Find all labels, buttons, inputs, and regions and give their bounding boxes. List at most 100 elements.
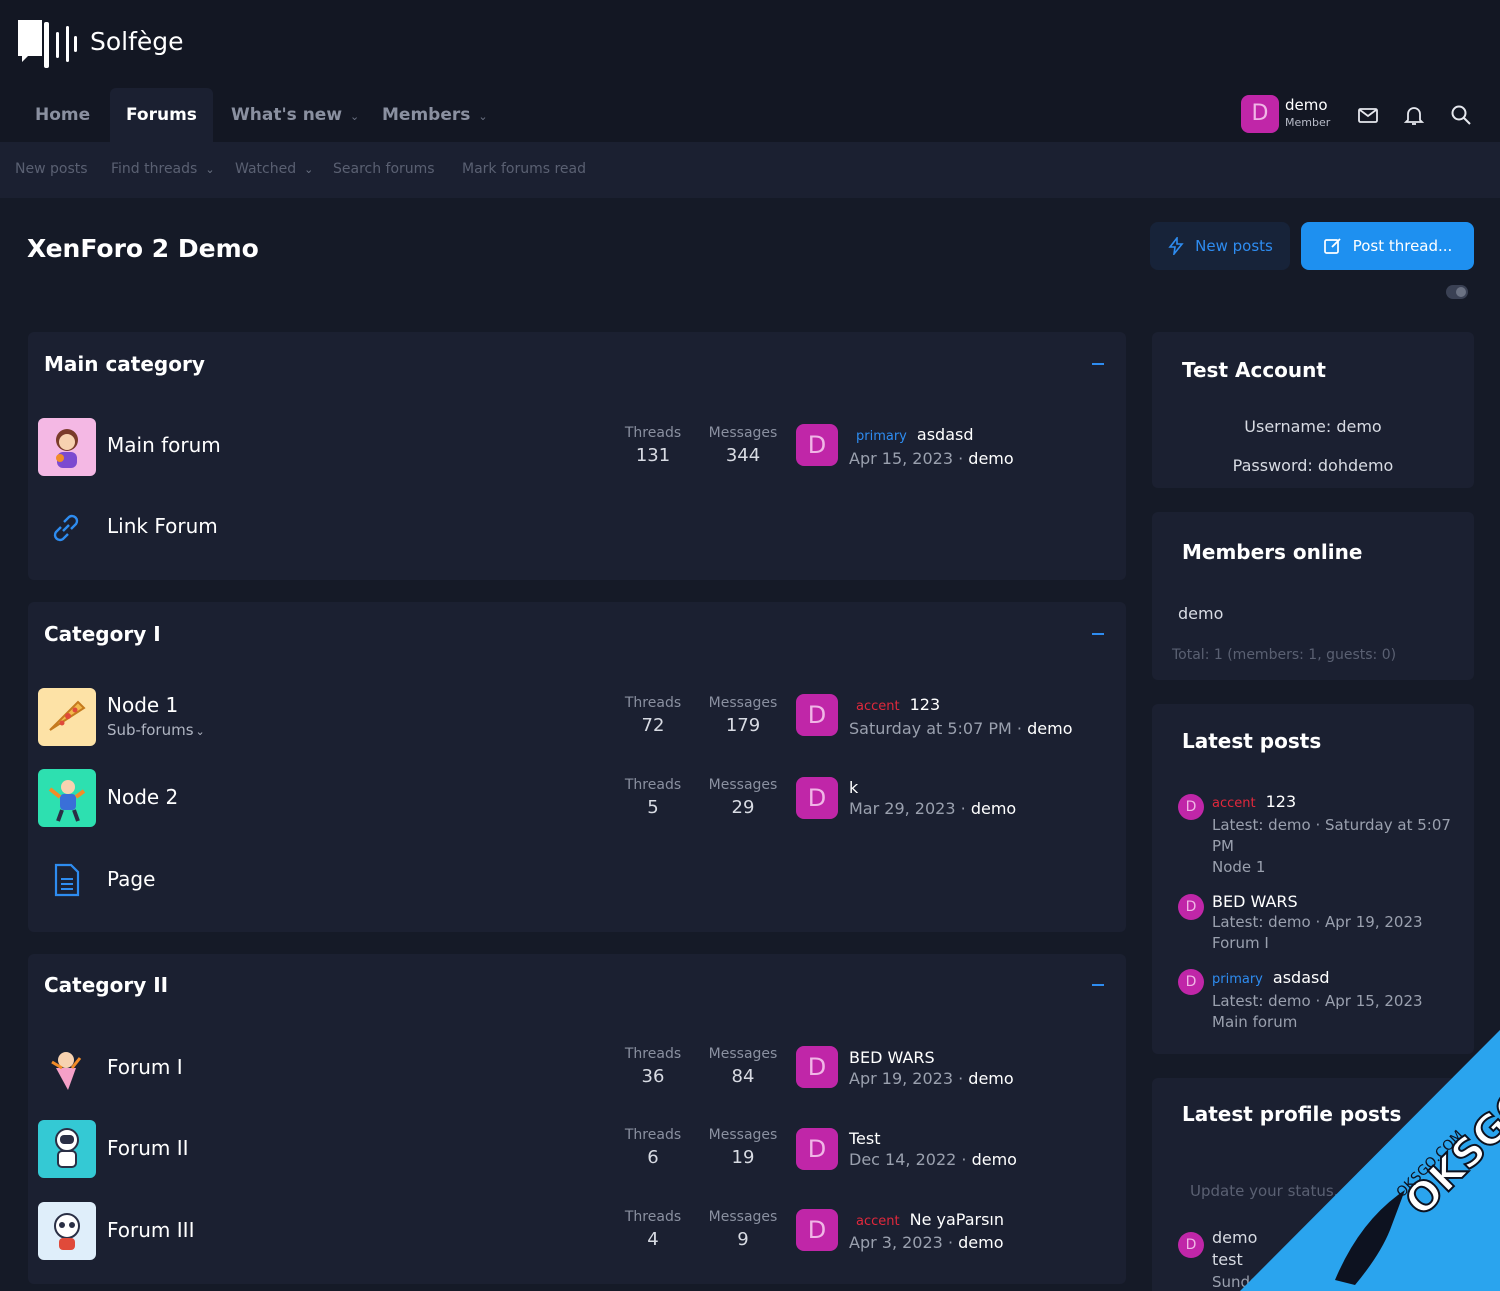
latest-post-meta: Latest: demo · Apr 19, 2023	[1212, 913, 1423, 931]
node-icon-forum-1[interactable]	[38, 1038, 96, 1096]
threads-count: 6	[647, 1147, 659, 1168]
node-title[interactable]: Forum II	[107, 1136, 189, 1160]
tab-whats-new[interactable]: What's new ⌄	[231, 88, 359, 142]
post-thread-button[interactable]: Post thread...	[1301, 222, 1474, 270]
collapse-icon[interactable]	[1092, 633, 1104, 635]
user-avatar[interactable]: D	[1241, 95, 1279, 133]
node-title[interactable]: Main forum	[107, 433, 221, 457]
last-post-user[interactable]: demo	[1027, 719, 1072, 738]
node-title[interactable]: Forum I	[107, 1055, 183, 1079]
bell-icon[interactable]	[1403, 104, 1425, 126]
last-post-title-text: Ne yaParsın	[909, 1210, 1005, 1229]
post-avatar[interactable]: D	[1178, 894, 1204, 920]
last-post-title[interactable]: accent 123	[856, 695, 940, 714]
node-icon-forum-2[interactable]	[38, 1120, 96, 1178]
last-post-avatar[interactable]: D	[796, 1128, 838, 1170]
latest-post-title[interactable]: primary asdasd	[1212, 968, 1329, 987]
node-title[interactable]: Link Forum	[107, 514, 218, 538]
mail-icon[interactable]	[1357, 104, 1379, 126]
post-avatar[interactable]: D	[1178, 794, 1204, 820]
last-post-title[interactable]: accent Ne yaParsın	[856, 1210, 1004, 1229]
messages-label: Messages	[708, 1209, 778, 1225]
node-icon-main-forum[interactable]	[38, 418, 96, 476]
last-post-avatar[interactable]: D	[796, 694, 838, 736]
node-title[interactable]: Node 1	[107, 693, 178, 717]
style-toggle[interactable]	[1446, 285, 1468, 299]
last-post-title[interactable]: Test	[849, 1129, 881, 1148]
category-title[interactable]: Category II	[44, 973, 168, 997]
node-icon-node-2[interactable]	[38, 769, 96, 827]
chevron-down-icon: ⌄	[205, 163, 215, 176]
last-post-user[interactable]: demo	[958, 1233, 1003, 1252]
subnav-mark-read[interactable]: Mark forums read	[462, 161, 586, 177]
widget-title[interactable]: Members online	[1182, 540, 1362, 564]
last-post-avatar[interactable]: D	[796, 1046, 838, 1088]
tab-whats-new-label: What's new	[231, 105, 343, 125]
separator-dot: ·	[958, 449, 964, 468]
link-icon	[53, 514, 79, 542]
node-title[interactable]: Node 2	[107, 785, 178, 809]
node-icon-forum-3[interactable]	[38, 1202, 96, 1260]
subnav-new-posts[interactable]: New posts	[15, 161, 88, 177]
subnav-watched[interactable]: Watched ⌄	[235, 161, 313, 177]
last-post-meta: Apr 19, 2023 · demo	[849, 1069, 1014, 1088]
new-posts-button[interactable]: New posts	[1150, 222, 1290, 270]
subnav-watched-label: Watched	[235, 161, 297, 177]
subforums-toggle[interactable]: Sub-forums ⌄	[107, 721, 205, 739]
last-post-user[interactable]: demo	[971, 799, 1016, 818]
chevron-down-icon[interactable]: ⌄	[350, 110, 359, 123]
subnav-find-threads-label: Find threads	[111, 161, 198, 177]
last-post-title[interactable]: BED WARS	[849, 1048, 935, 1067]
last-post-meta: Apr 3, 2023 · demo	[849, 1233, 1004, 1252]
search-icon[interactable]	[1450, 104, 1472, 126]
solfege-logo-icon[interactable]	[16, 18, 78, 70]
latest-post-title[interactable]: accent 123	[1212, 792, 1296, 811]
tab-home-label: Home	[35, 105, 91, 125]
subnav-find-threads[interactable]: Find threads ⌄	[111, 161, 215, 177]
online-member[interactable]: demo	[1178, 604, 1223, 623]
collapse-icon[interactable]	[1092, 984, 1104, 986]
profile-post-avatar[interactable]: D	[1178, 1232, 1204, 1258]
last-post-avatar[interactable]: D	[796, 777, 838, 819]
separator-dot: ·	[961, 1150, 967, 1169]
last-post-date: Apr 19, 2023	[849, 1069, 954, 1088]
latest-post-forum[interactable]: Node 1	[1212, 857, 1452, 878]
user-name[interactable]: demo	[1285, 96, 1328, 114]
last-post-user[interactable]: demo	[968, 1069, 1013, 1088]
test-username: Username: demo	[1244, 417, 1382, 436]
post-avatar[interactable]: D	[1178, 969, 1204, 995]
tab-home[interactable]: Home	[35, 88, 90, 142]
subnav-search-forums[interactable]: Search forums	[333, 161, 435, 177]
last-post-avatar[interactable]: D	[796, 1209, 838, 1251]
collapse-icon[interactable]	[1092, 363, 1104, 365]
last-post-user[interactable]: demo	[968, 449, 1013, 468]
page-title: XenForo 2 Demo	[27, 234, 259, 263]
messages-count: 84	[731, 1066, 755, 1087]
category-block-1: Category I Node 1 Sub-forums ⌄ Threads 72…	[28, 602, 1126, 932]
category-title[interactable]: Category I	[44, 622, 161, 646]
category-title[interactable]: Main category	[44, 352, 205, 376]
tab-members[interactable]: Members ⌄	[382, 88, 488, 142]
last-post-meta: Apr 15, 2023 · demo	[849, 449, 1014, 468]
latest-post-forum[interactable]: Forum I	[1212, 933, 1452, 954]
node-icon-node-1[interactable]	[38, 688, 96, 746]
test-password: Password: dohdemo	[1232, 456, 1394, 475]
brand-name[interactable]: Solfège	[90, 27, 184, 56]
last-post-title[interactable]: k	[849, 778, 858, 797]
last-post-avatar[interactable]: D	[796, 424, 838, 466]
threads-label: Threads	[624, 1046, 682, 1062]
tab-forums[interactable]: Forums	[110, 88, 213, 142]
latest-post-title[interactable]: BED WARS	[1212, 892, 1298, 911]
node-title[interactable]: Page	[107, 867, 155, 891]
messages-count: 179	[725, 715, 761, 736]
last-post-date: Saturday at 5:07 PM	[849, 719, 1012, 738]
last-post-title[interactable]: primary asdasd	[856, 425, 973, 444]
node-title[interactable]: Forum III	[107, 1218, 194, 1242]
chevron-down-icon: ⌄	[195, 725, 205, 738]
separator-dot: ·	[1016, 719, 1023, 738]
online-total: Total: 1 (members: 1, guests: 0)	[1172, 647, 1397, 663]
prefix-badge: accent	[856, 699, 900, 714]
widget-title[interactable]: Latest posts	[1182, 729, 1321, 753]
last-post-user[interactable]: demo	[972, 1150, 1017, 1169]
chevron-down-icon[interactable]: ⌄	[478, 110, 487, 123]
